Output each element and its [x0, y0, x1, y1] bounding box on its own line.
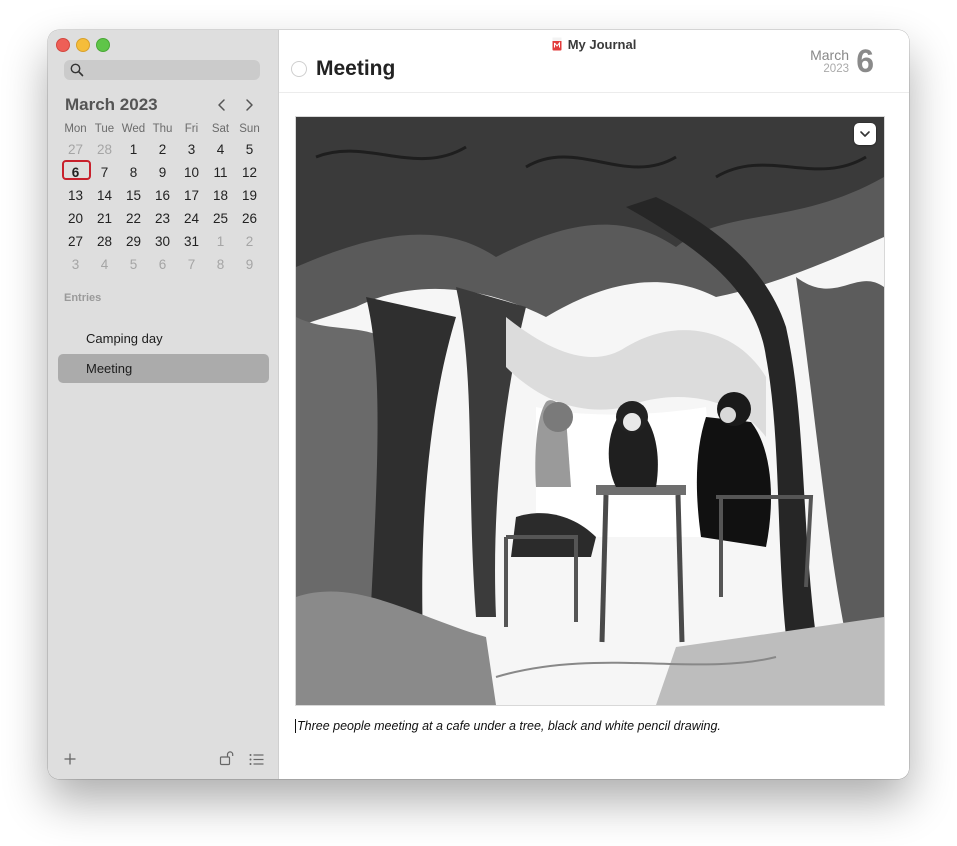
- calendar-weekday-row: Mon Tue Wed Thu Fri Sat Sun: [61, 120, 264, 138]
- calendar-day[interactable]: 10: [177, 165, 206, 180]
- entry-date-month: March: [810, 47, 849, 63]
- entry-item-camping-day[interactable]: Camping day: [58, 324, 269, 353]
- calendar-day[interactable]: 8: [206, 257, 235, 272]
- lock-toggle-button[interactable]: [219, 750, 235, 771]
- entry-detail-pane: My Journal Meeting March 2023 6 Three pe…: [279, 30, 909, 779]
- calendar-day[interactable]: 5: [119, 257, 148, 272]
- calendar-day[interactable]: 23: [148, 211, 177, 226]
- calendar-day[interactable]: 3: [177, 142, 206, 157]
- entry-body-text[interactable]: Three people meeting at a cafe under a t…: [295, 719, 721, 733]
- calendar-day[interactable]: 5: [235, 142, 264, 157]
- next-month-button[interactable]: [241, 96, 257, 114]
- chevron-right-icon: [246, 99, 253, 111]
- chevron-down-icon: [860, 131, 870, 137]
- calendar-day[interactable]: 1: [119, 142, 148, 157]
- calendar-day[interactable]: 20: [61, 211, 90, 226]
- entry-image[interactable]: [295, 116, 885, 706]
- calendar-day[interactable]: 15: [119, 188, 148, 203]
- calendar-day[interactable]: 8: [119, 165, 148, 180]
- list-view-button[interactable]: [249, 753, 264, 771]
- calendar-day[interactable]: 28: [90, 142, 119, 157]
- calendar-day[interactable]: 29: [119, 234, 148, 249]
- calendar-day[interactable]: 4: [206, 142, 235, 157]
- calendar-day[interactable]: 14: [90, 188, 119, 203]
- weekday-label: Sun: [239, 123, 260, 135]
- plus-icon: [64, 753, 76, 765]
- app-window: March 2023 Mon Tue Wed Thu Fri Sat Sun 2…: [48, 30, 909, 779]
- calendar-day[interactable]: 9: [148, 165, 177, 180]
- window-title-text: My Journal: [567, 37, 637, 52]
- calendar-day[interactable]: 28: [90, 234, 119, 249]
- journal-book-icon: [552, 37, 562, 54]
- calendar-week-row: 20 21 22 23 24 25 26: [61, 207, 264, 230]
- calendar-day[interactable]: 19: [235, 188, 264, 203]
- calendar-day[interactable]: 26: [235, 211, 264, 226]
- calendar-day[interactable]: 13: [61, 188, 90, 203]
- entry-date-day: 6: [856, 43, 874, 79]
- search-icon: [70, 63, 84, 77]
- weekday-label: Thu: [152, 123, 173, 135]
- calendar-grid: Mon Tue Wed Thu Fri Sat Sun 27 28 1 2 3 …: [61, 120, 264, 276]
- weekday-label: Fri: [184, 123, 199, 135]
- entries-section-label: Entries: [64, 292, 102, 304]
- calendar-day[interactable]: 12: [235, 165, 264, 180]
- calendar-day[interactable]: 4: [90, 257, 119, 272]
- weekday-label: Wed: [121, 123, 146, 135]
- search-field[interactable]: [64, 60, 260, 80]
- entry-date-year: 2023: [823, 63, 849, 75]
- calendar-day[interactable]: 2: [235, 234, 264, 249]
- pencil-drawing-illustration: [296, 117, 884, 705]
- calendar-week-row: 27 28 29 30 31 1 2: [61, 230, 264, 253]
- weekday-label: Mon: [64, 123, 87, 135]
- calendar-day[interactable]: 18: [206, 188, 235, 203]
- calendar-day[interactable]: 25: [206, 211, 235, 226]
- entry-item-label: Meeting: [86, 361, 133, 376]
- weekday-label: Tue: [94, 123, 115, 135]
- minimize-window-button[interactable]: [76, 38, 90, 52]
- image-options-button[interactable]: [854, 123, 876, 145]
- calendar-day[interactable]: 21: [90, 211, 119, 226]
- entry-complete-toggle[interactable]: [291, 61, 307, 77]
- calendar-day[interactable]: 30: [148, 234, 177, 249]
- calendar-day-number: 6: [71, 165, 80, 180]
- calendar-day[interactable]: 7: [177, 257, 206, 272]
- calendar-week-row: 27 28 1 2 3 4 5: [61, 138, 264, 161]
- calendar-day[interactable]: 27: [61, 234, 90, 249]
- calendar-day[interactable]: 24: [177, 211, 206, 226]
- calendar-day[interactable]: 11: [206, 165, 235, 180]
- calendar-day[interactable]: 17: [177, 188, 206, 203]
- calendar-day[interactable]: 31: [177, 234, 206, 249]
- calendar-week-row: 13 14 15 16 17 18 19: [61, 184, 264, 207]
- calendar-day-selected[interactable]: 6: [61, 160, 91, 180]
- calendar-day[interactable]: 9: [235, 257, 264, 272]
- unlock-icon: [219, 751, 234, 766]
- calendar-day[interactable]: 27: [61, 142, 90, 157]
- previous-month-button[interactable]: [214, 96, 230, 114]
- calendar-day[interactable]: 6: [148, 257, 177, 272]
- zoom-window-button[interactable]: [96, 38, 110, 52]
- calendar-week-row: 3 4 5 6 7 8 9: [61, 253, 264, 276]
- entry-title[interactable]: Meeting: [316, 57, 395, 81]
- entry-item-label: Camping day: [86, 331, 163, 346]
- calendar-day[interactable]: 22: [119, 211, 148, 226]
- calendar-day[interactable]: 7: [90, 165, 119, 180]
- entry-item-meeting[interactable]: Meeting: [58, 354, 269, 383]
- calendar-day[interactable]: 1: [206, 234, 235, 249]
- entry-header: My Journal Meeting March 2023 6: [279, 30, 909, 93]
- calendar-day[interactable]: 3: [61, 257, 90, 272]
- close-window-button[interactable]: [56, 38, 70, 52]
- add-entry-button[interactable]: [63, 752, 77, 771]
- calendar-day[interactable]: 16: [148, 188, 177, 203]
- calendar-day[interactable]: 2: [148, 142, 177, 157]
- weekday-label: Sat: [211, 123, 230, 135]
- chevron-left-icon: [218, 99, 225, 111]
- calendar-week-row: 6 7 8 9 10 11 12: [61, 160, 264, 184]
- sidebar: March 2023 Mon Tue Wed Thu Fri Sat Sun 2…: [48, 30, 279, 779]
- list-icon: [249, 754, 264, 765]
- calendar-month-title: March 2023: [65, 95, 158, 114]
